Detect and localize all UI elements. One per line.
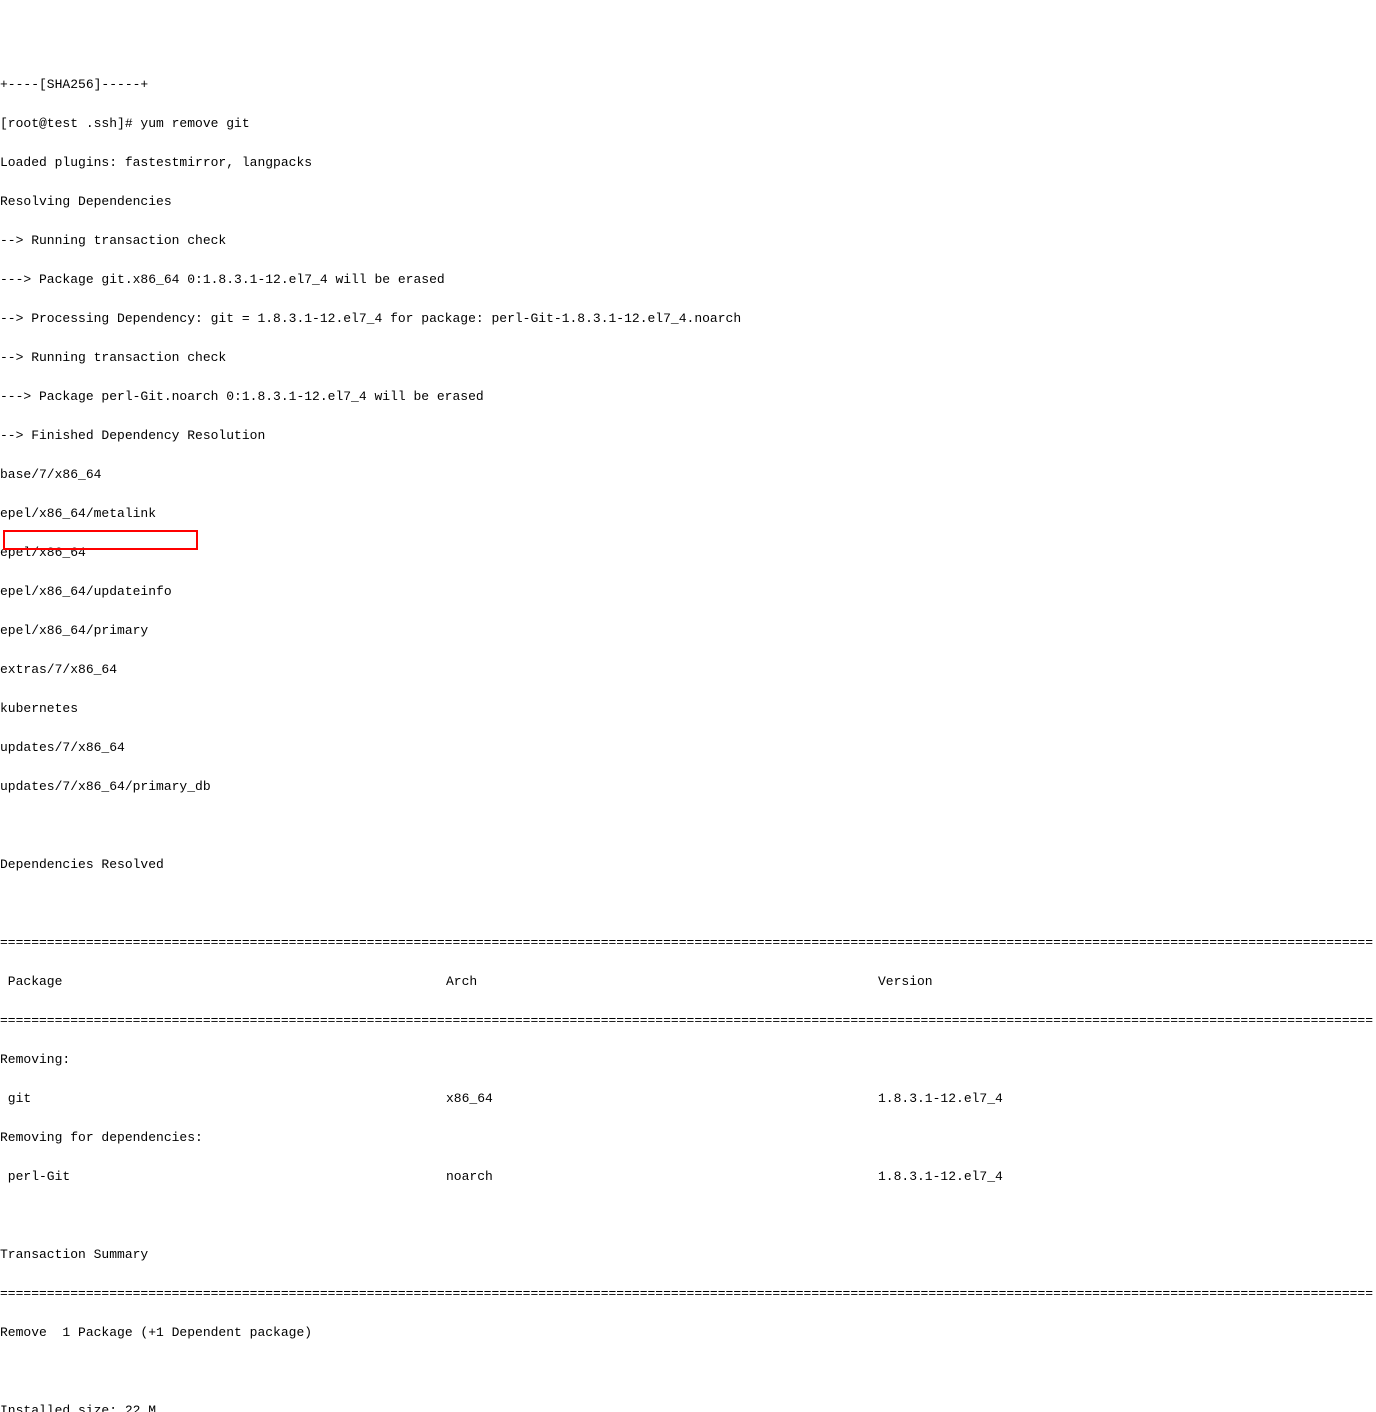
trans-check-line: --> Running transaction check [0,351,1376,364]
installed-size: Installed size: 22 M [0,1404,1376,1412]
terminal-output[interactable]: +----[SHA256]-----+ [root@test .ssh]# yu… [0,52,1376,1412]
transaction-summary: Transaction Summary [0,1248,1376,1261]
shell-prompt: [root@test .ssh]# yum remove git [0,117,1376,130]
table-row: git x86_64 1.8.3.1-12.el7_4 [0,1092,1376,1105]
dependency-line: --> Processing Dependency: git = 1.8.3.1… [0,312,1376,325]
blank-line [0,819,1376,832]
divider-line: ========================================… [0,936,1376,949]
table-header-row: Package Arch Version [0,975,1376,988]
table-row: perl-Git noarch 1.8.3.1-12.el7_4 [0,1170,1376,1183]
resolving-line: Resolving Dependencies [0,195,1376,208]
blank-line [0,1365,1376,1378]
package-erase-line: ---> Package perl-Git.noarch 0:1.8.3.1-1… [0,390,1376,403]
repo-line: updates/7/x86_64 [0,741,1376,754]
removing-label: Removing: [0,1053,1376,1066]
col-package: Package [0,975,446,988]
repo-line: updates/7/x86_64/primary_db [0,780,1376,793]
divider-line: ========================================… [0,1014,1376,1027]
pkg-arch: x86_64 [446,1092,878,1105]
repo-line: kubernetes [0,702,1376,715]
repo-line: epel/x86_64/metalink [0,507,1376,520]
trans-check-line: --> Running transaction check [0,234,1376,247]
finished-line: --> Finished Dependency Resolution [0,429,1376,442]
removing-deps-label: Removing for dependencies: [0,1131,1376,1144]
repo-line: epel/x86_64/primary [0,624,1376,637]
pkg-name: git [0,1092,446,1105]
repo-line: extras/7/x86_64 [0,663,1376,676]
blank-line [0,1209,1376,1222]
deps-resolved: Dependencies Resolved [0,858,1376,871]
blank-line [0,897,1376,910]
pkg-version: 1.8.3.1-12.el7_4 [878,1092,1376,1105]
col-version: Version [878,975,1376,988]
divider-line: ========================================… [0,1287,1376,1300]
sha-header: +----[SHA256]-----+ [0,78,1376,91]
pkg-version: 1.8.3.1-12.el7_4 [878,1170,1376,1183]
package-erase-line: ---> Package git.x86_64 0:1.8.3.1-12.el7… [0,273,1376,286]
repo-line: base/7/x86_64 [0,468,1376,481]
pkg-name: perl-Git [0,1170,446,1183]
col-arch: Arch [446,975,878,988]
repo-line: epel/x86_64 [0,546,1376,559]
pkg-arch: noarch [446,1170,878,1183]
remove-count: Remove 1 Package (+1 Dependent package) [0,1326,1376,1339]
plugins-line: Loaded plugins: fastestmirror, langpacks [0,156,1376,169]
repo-line: epel/x86_64/updateinfo [0,585,1376,598]
